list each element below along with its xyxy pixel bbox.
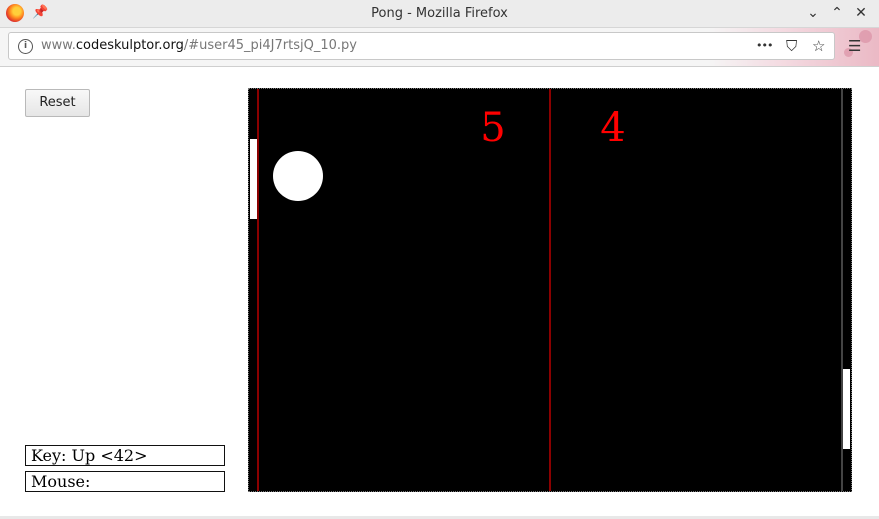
right-paddle xyxy=(843,369,850,449)
score-right: 4 xyxy=(600,105,625,151)
mouse-status-box: Mouse: xyxy=(25,471,225,492)
maximize-icon[interactable]: ⌃ xyxy=(828,4,846,22)
minimize-icon[interactable]: ⌄ xyxy=(804,4,822,22)
ball xyxy=(273,151,323,201)
game-canvas[interactable]: 5 4 xyxy=(248,88,852,492)
reset-button[interactable]: Reset xyxy=(25,89,90,117)
window-title: Pong - Mozilla Firefox xyxy=(371,6,508,21)
url-bar[interactable]: i www.codeskulptor.org/#user45_pi4J7rtsj… xyxy=(8,32,835,60)
left-paddle xyxy=(250,139,257,219)
pocket-icon[interactable]: ⛉ xyxy=(786,37,797,55)
close-icon[interactable]: ✕ xyxy=(852,4,870,22)
url-path: /#user45_pi4J7rtsjQ_10.py xyxy=(183,38,357,53)
url-domain: codeskulptor.org xyxy=(75,38,184,53)
score-left: 5 xyxy=(480,105,505,151)
key-status-box: Key: Up <42> xyxy=(25,445,225,466)
page-actions-icon[interactable]: ••• xyxy=(756,37,773,55)
url-text[interactable]: www.codeskulptor.org/#user45_pi4J7rtsjQ_… xyxy=(41,33,357,59)
site-info-icon[interactable]: i xyxy=(18,39,33,54)
page-content: Reset Key: Up <42> Mouse: 5 4 xyxy=(0,67,879,516)
url-prefix: www. xyxy=(41,38,76,53)
window-titlebar: 📌 Pong - Mozilla Firefox ⌄ ⌃ ✕ xyxy=(0,0,879,28)
bookmark-star-icon[interactable]: ☆ xyxy=(812,37,825,55)
hamburger-menu-icon[interactable]: ☰ xyxy=(848,37,861,55)
navigation-bar: i www.codeskulptor.org/#user45_pi4J7rtsj… xyxy=(0,28,879,67)
